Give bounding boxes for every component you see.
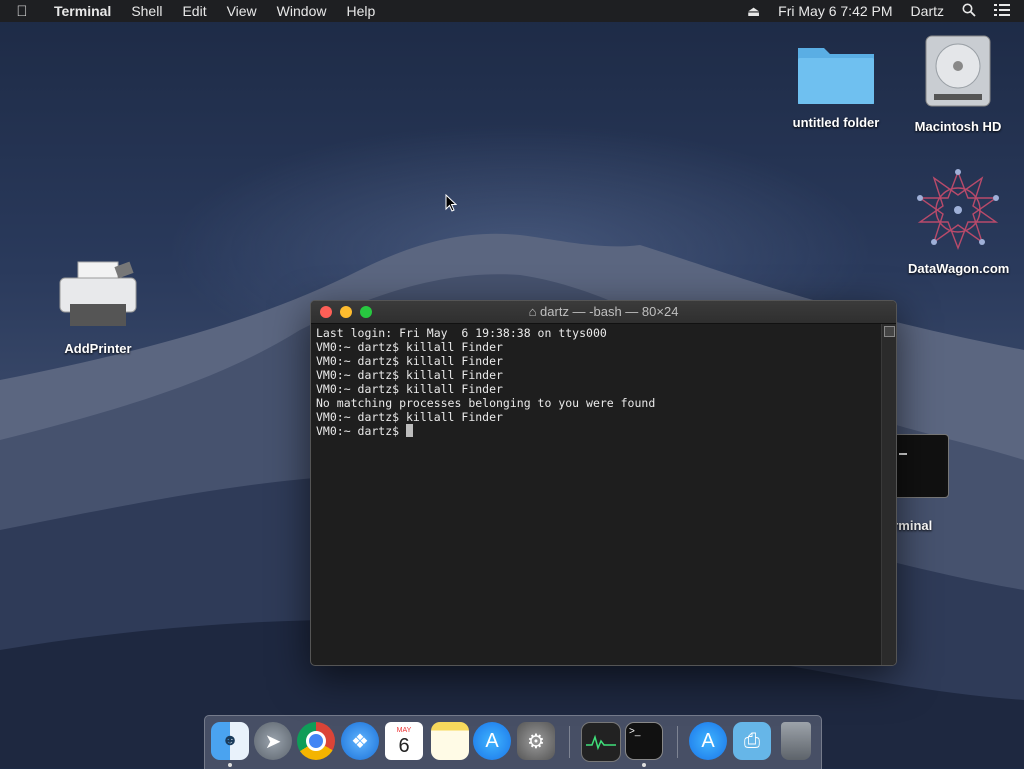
dock: ☻ ➤ ❖ MAY 6 A ⚙ >_ A ⎙ — [204, 715, 822, 769]
desktop-icon-addprinter[interactable]: AddPrinter — [48, 258, 148, 356]
menu-window[interactable]: Window — [267, 0, 337, 22]
printer-icon — [59, 261, 137, 326]
calendar-day: 6 — [398, 734, 410, 757]
terminal-line: VM0:~ dartz$ killall Finder — [316, 368, 503, 382]
desktop-icon-datawagon[interactable]: DataWagon.com — [908, 168, 1010, 276]
terminal-line: Last login: Fri May 6 19:38:38 on ttys00… — [316, 326, 607, 340]
terminal-line: VM0:~ dartz$ killall Finder — [316, 382, 503, 396]
eject-icon[interactable]: ⏏ — [747, 3, 760, 20]
desktop-icon-untitled-folder[interactable]: untitled folder — [786, 40, 886, 130]
desktop-icon-label: DataWagon.com — [908, 261, 1010, 276]
desktop-icon-label: Macintosh HD — [914, 119, 1002, 134]
terminal-line: No matching processes belonging to you w… — [316, 396, 656, 410]
scrollbar-thumb[interactable] — [884, 326, 895, 337]
terminal-output[interactable]: Last login: Fri May 6 19:38:38 on ttys00… — [311, 324, 882, 665]
terminal-titlebar[interactable]: ⌂ dartz — -bash — 80×24 — [311, 301, 896, 324]
terminal-window[interactable]: ⌂ dartz — -bash — 80×24 Last login: Fri … — [310, 300, 897, 666]
terminal-line: VM0:~ dartz$ killall Finder — [316, 354, 503, 368]
desktop-icon-label: AddPrinter — [64, 341, 132, 356]
app-store-icon[interactable]: A — [473, 722, 511, 760]
dock-separator — [677, 726, 678, 758]
terminal-icon[interactable] — [893, 434, 949, 498]
terminal-prompt: VM0:~ dartz$ — [316, 424, 407, 438]
text-cursor — [406, 424, 414, 437]
rocket-icon[interactable]: ➤ — [254, 722, 292, 760]
notification-center-icon[interactable] — [994, 3, 1010, 19]
running-indicator — [642, 763, 646, 767]
calendar-month: MAY — [396, 726, 412, 734]
calendar-icon[interactable]: MAY 6 — [385, 722, 423, 760]
desktop-icon-label: untitled folder — [792, 115, 880, 130]
dock-separator — [569, 726, 570, 758]
activity-monitor-icon[interactable] — [581, 722, 621, 762]
downloads-folder-icon[interactable]: ⎙ — [733, 722, 771, 760]
notes-icon[interactable] — [431, 722, 469, 760]
home-icon: ⌂ — [528, 304, 537, 319]
window-title: ⌂ dartz — -bash — 80×24 — [528, 304, 679, 319]
mouse-pointer-icon — [445, 194, 457, 212]
trash-icon[interactable] — [781, 722, 811, 760]
menu-bar:  Terminal Shell Edit View Window Help ⏏… — [0, 0, 1024, 22]
terminal-line: VM0:~ dartz$ killall Finder — [316, 410, 503, 424]
clock[interactable]: Fri May 6 7:42 PM — [778, 3, 892, 19]
terminal-prompt-line: VM0:~ dartz$ — [316, 424, 877, 438]
finder-icon[interactable]: ☻ — [211, 722, 249, 760]
menu-app-name[interactable]: Terminal — [44, 0, 121, 22]
compass-icon[interactable]: ❖ — [341, 722, 379, 760]
hard-drive-icon — [925, 35, 991, 107]
terminal-icon[interactable]: >_ — [625, 722, 663, 760]
spotlight-search-icon[interactable] — [962, 3, 976, 20]
menu-view[interactable]: View — [217, 0, 267, 22]
menu-edit[interactable]: Edit — [172, 0, 216, 22]
menu-help[interactable]: Help — [336, 0, 385, 22]
running-indicator — [228, 763, 232, 767]
desktop-icon-macintosh-hd[interactable]: Macintosh HD — [908, 34, 1008, 134]
apple-icon[interactable]:  — [0, 3, 44, 20]
chrome-icon[interactable] — [297, 722, 335, 760]
app-store-icon[interactable]: A — [689, 722, 727, 760]
terminal-line: VM0:~ dartz$ killall Finder — [316, 340, 503, 354]
terminal-scrollbar[interactable] — [881, 324, 896, 665]
menu-shell[interactable]: Shell — [121, 0, 172, 22]
user-menu[interactable]: Dartz — [911, 3, 944, 19]
folder-icon — [798, 48, 874, 104]
network-star-icon — [917, 169, 999, 250]
gear-icon[interactable]: ⚙ — [517, 722, 555, 760]
